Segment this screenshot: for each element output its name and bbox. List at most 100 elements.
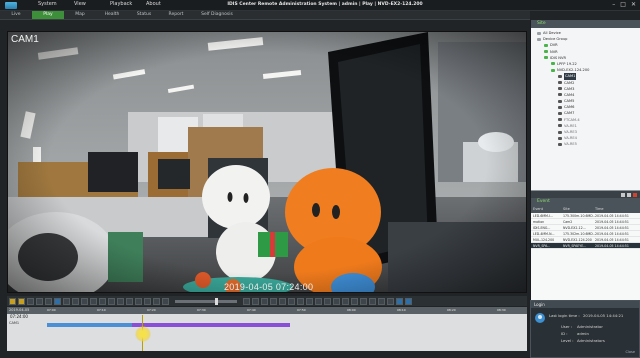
- login-close-button[interactable]: Close: [625, 350, 635, 354]
- ruler-label: 07:00: [47, 308, 56, 312]
- device-icon: [537, 31, 541, 35]
- layout-3x3-icon[interactable]: [36, 297, 43, 305]
- event-cell-time: 2019-04-05 14:44:51: [595, 214, 629, 218]
- event-cell-event: IDIS-ENG...: [533, 226, 551, 230]
- device-icon: [537, 37, 541, 41]
- motion-search-icon[interactable]: [333, 297, 340, 305]
- site-tree[interactable]: All Device Device Group DVR NVR IDIS NVR LPFP…: [531, 28, 640, 191]
- device-icon: [558, 99, 562, 103]
- event-list-header: Event Site Time: [531, 206, 640, 213]
- menu-system[interactable]: System: [38, 1, 74, 7]
- play-icon[interactable]: [162, 297, 169, 305]
- settings-icon[interactable]: [369, 297, 376, 305]
- device-icon: [551, 62, 555, 66]
- export-icon[interactable]: [81, 297, 88, 305]
- device-icon: [558, 74, 562, 78]
- device-icon: [558, 142, 562, 146]
- event-cell-event: LED-4MM-N...: [533, 232, 555, 236]
- event-cell-time: 2019-04-05 14:44:51: [595, 238, 629, 242]
- column-header-event[interactable]: Event: [533, 206, 563, 213]
- app-window: System View Playback About IDIS Center R…: [0, 0, 640, 358]
- tab-self-diagnosis[interactable]: Self Diagnosis: [192, 11, 242, 19]
- audio-icon[interactable]: [117, 297, 124, 305]
- snapshot-icon[interactable]: [63, 297, 70, 305]
- image-adjust-icon[interactable]: [270, 297, 277, 305]
- timeline-ruler: 07:00 07:10 07:20 07:30 07:40 07:50 08:0…: [42, 307, 527, 314]
- tab-live[interactable]: Live: [0, 11, 32, 19]
- event-cell-site: Cam2: [563, 220, 573, 224]
- recording-segment-event[interactable]: [132, 323, 290, 327]
- fullscreen-icon[interactable]: [54, 297, 61, 305]
- clip-copy-icon[interactable]: [360, 297, 367, 305]
- close-button[interactable]: ✕: [631, 1, 636, 8]
- playback-speed-slider[interactable]: [175, 297, 237, 305]
- level-label: Level :: [561, 338, 574, 343]
- tab-status[interactable]: Status: [128, 11, 160, 19]
- layout-2x2-icon[interactable]: [27, 297, 34, 305]
- expand-icon[interactable]: [405, 297, 412, 305]
- screen-layout-icon[interactable]: [9, 297, 16, 305]
- aspect-ratio-icon[interactable]: [288, 297, 295, 305]
- device-icon: [558, 81, 562, 84]
- alarm-icon[interactable]: [633, 192, 637, 197]
- timeline[interactable]: 2019-04-05 07:00 07:10 07:20 07:30 07:40…: [7, 307, 527, 351]
- event-cell-site: 175.300m-10.6MD...: [563, 214, 595, 218]
- rewind-icon[interactable]: [135, 297, 142, 305]
- last-login-label: Last login time :: [549, 313, 580, 318]
- menu-about[interactable]: About: [146, 1, 182, 7]
- refresh-icon[interactable]: [621, 192, 625, 197]
- zoom-icon[interactable]: [108, 297, 115, 305]
- tab-health[interactable]: Health: [96, 11, 128, 19]
- timeline-zoom-in-icon[interactable]: [378, 297, 385, 305]
- deinterlace-icon[interactable]: [279, 297, 286, 305]
- event-cell-event: MUL-124.200: [533, 238, 555, 242]
- fit-icon[interactable]: [396, 297, 403, 305]
- layout-1x1-icon[interactable]: [18, 297, 25, 305]
- maximize-button[interactable]: □: [620, 1, 626, 8]
- event-cell-site: NVR_SPAEYE...: [563, 244, 587, 248]
- object-search-icon[interactable]: [342, 297, 349, 305]
- tree-item-label: VA-RE5: [564, 142, 577, 147]
- event-cell-site: NVD-EX2-124.200: [563, 238, 592, 242]
- tab-map[interactable]: Map: [64, 11, 96, 19]
- layout-4x4-icon[interactable]: [45, 297, 52, 305]
- recording-segment-normal[interactable]: [47, 323, 132, 327]
- tab-play[interactable]: Play: [32, 11, 64, 19]
- device-icon: [544, 50, 548, 54]
- backup-icon[interactable]: [351, 297, 358, 305]
- event-cell-time: 2019-04-05 14:44:51: [595, 232, 629, 236]
- dewarp-icon[interactable]: [306, 297, 313, 305]
- last-frame-icon[interactable]: [261, 297, 268, 305]
- timeline-zoom-out-icon[interactable]: [387, 297, 394, 305]
- stop-icon[interactable]: [153, 297, 160, 305]
- text-in-icon[interactable]: [315, 297, 322, 305]
- filter-icon[interactable]: [627, 192, 631, 197]
- bookmark-icon[interactable]: [90, 297, 97, 305]
- osd-toggle-icon[interactable]: [297, 297, 304, 305]
- level-value: Administrators: [577, 338, 605, 343]
- column-header-time[interactable]: Time: [595, 206, 635, 213]
- menu-view[interactable]: View: [74, 1, 110, 7]
- step-back-icon[interactable]: [144, 297, 151, 305]
- ruler-label: 07:50: [297, 308, 306, 312]
- tree-item[interactable]: VA-RE5: [531, 141, 640, 147]
- user-label: User :: [561, 324, 573, 329]
- first-frame-icon[interactable]: [126, 297, 133, 305]
- minimize-button[interactable]: –: [612, 1, 615, 8]
- menu-bar: System View Playback About: [38, 1, 182, 7]
- column-header-site[interactable]: Site: [563, 206, 595, 213]
- ruler-label: 07:40: [247, 308, 256, 312]
- step-forward-icon[interactable]: [243, 297, 250, 305]
- fast-forward-icon[interactable]: [252, 297, 259, 305]
- event-search-icon[interactable]: [324, 297, 331, 305]
- menu-playback[interactable]: Playback: [110, 1, 146, 7]
- site-panel-title: Site: [531, 20, 640, 28]
- event-row[interactable]: NVR_SPA... NVR_SPAEYE... 2019-04-05 14:44:…: [531, 243, 640, 249]
- device-icon: [558, 136, 562, 140]
- tab-report[interactable]: Report: [160, 11, 192, 19]
- search-icon[interactable]: [99, 297, 106, 305]
- event-cell-site: 175.302m-10.6MD...: [563, 232, 595, 236]
- video-viewport[interactable]: CAM1 2019-04-05 07:24:00: [7, 31, 527, 293]
- print-icon[interactable]: [72, 297, 79, 305]
- ruler-label: 08:10: [397, 308, 406, 312]
